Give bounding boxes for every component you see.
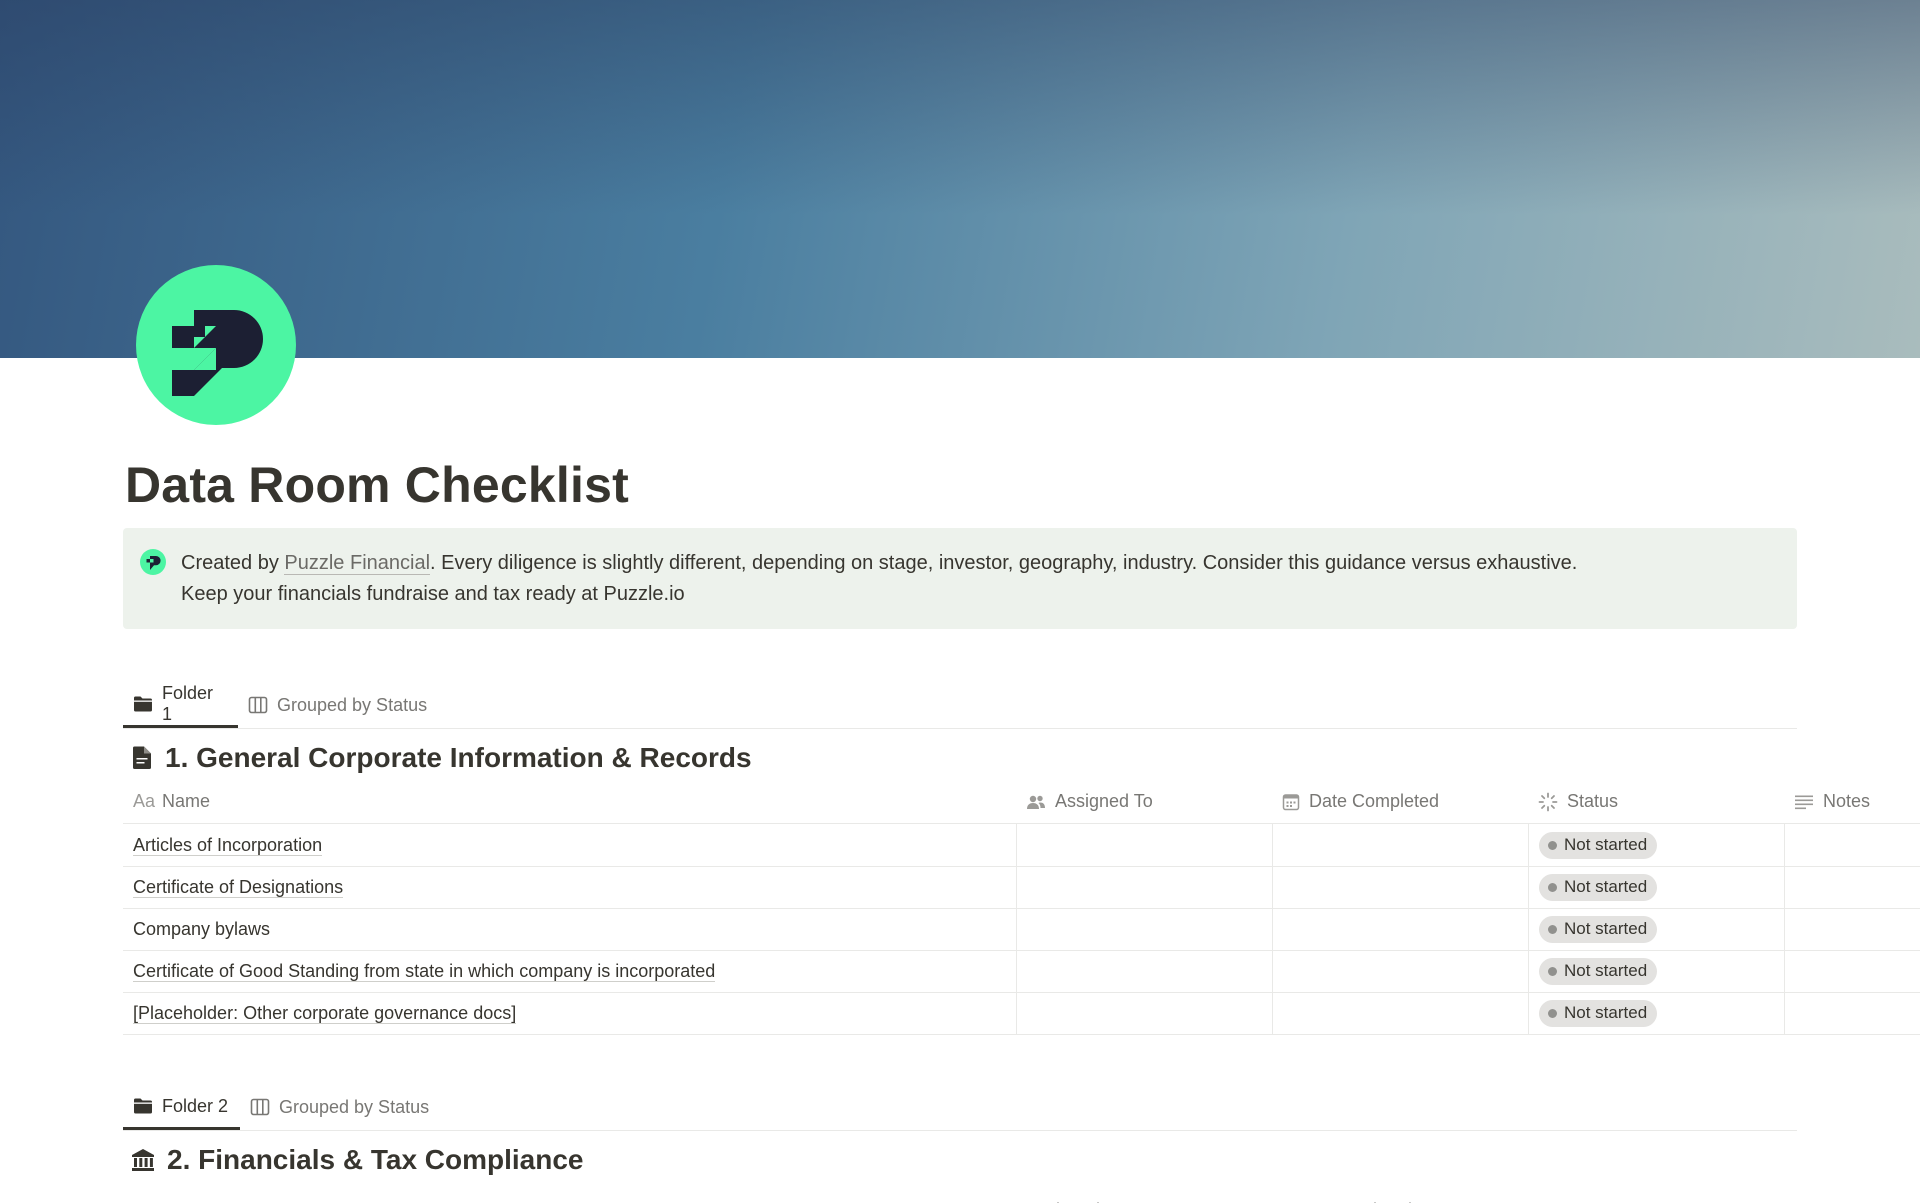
tab-folder-1[interactable]: Folder 1 (123, 683, 238, 728)
row-status[interactable]: Not started (1528, 950, 1784, 992)
table-header: Aa Name Assigned To Date Completed Statu… (123, 1189, 1920, 1203)
column-assigned-to[interactable]: Assigned To (1026, 780, 1153, 823)
row-notes[interactable] (1784, 992, 1920, 1034)
row-status[interactable]: Not started (1528, 824, 1784, 866)
status-icon (1538, 792, 1558, 811)
row-date-completed[interactable] (1272, 950, 1528, 992)
table-row[interactable]: Certificate of Designations Not started (123, 866, 1920, 909)
row-notes[interactable] (1784, 950, 1920, 992)
status-badge: Not started (1539, 999, 1658, 1027)
column-notes[interactable]: Notes (1794, 1189, 1841, 1203)
status-badge: Not started (1539, 915, 1658, 943)
column-assigned-to[interactable]: Assigned To (1026, 1189, 1124, 1203)
row-assigned-to[interactable] (1016, 824, 1272, 866)
folder-icon (133, 696, 152, 712)
status-badge: Not started (1539, 873, 1658, 901)
puzzle-logo-icon (140, 549, 166, 575)
tab-folder-2[interactable]: Folder 2 (123, 1085, 240, 1130)
folder-icon (134, 1098, 152, 1114)
board-icon (250, 1098, 270, 1116)
row-name[interactable]: Articles of Incorporation (123, 824, 1016, 866)
row-assigned-to[interactable] (1016, 866, 1272, 908)
row-assigned-to[interactable] (1016, 950, 1272, 992)
status-dot-icon (1548, 882, 1557, 892)
row-status[interactable]: Not started (1528, 866, 1784, 908)
row-date-completed[interactable] (1272, 908, 1528, 950)
board-icon (248, 696, 268, 714)
tab-grouped-by-status[interactable]: Grouped by Status (240, 1085, 439, 1129)
status-badge: Not started (1539, 957, 1658, 985)
text-lines-icon (1795, 795, 1813, 809)
row-name[interactable]: [Placeholder: Other corporate governance… (123, 992, 1016, 1034)
column-status[interactable]: Status (1538, 780, 1618, 823)
view-tabs-folder-2: Folder 2 Grouped by Status (123, 1085, 1797, 1131)
people-icon (1027, 795, 1045, 809)
table-row[interactable]: Company bylaws Not started (123, 908, 1920, 951)
puzzle-logo-icon[interactable] (136, 265, 296, 425)
row-notes[interactable] (1784, 908, 1920, 950)
table-row[interactable]: [Placeholder: Other corporate governance… (123, 992, 1920, 1035)
status-dot-icon (1548, 924, 1557, 934)
page-title[interactable]: Data Room Checklist (125, 450, 629, 520)
status-dot-icon (1548, 840, 1557, 850)
status-badge: Not started (1539, 831, 1658, 859)
row-notes[interactable] (1784, 866, 1920, 908)
row-status[interactable]: Not started (1528, 908, 1784, 950)
text-property-icon: Aa (133, 791, 156, 811)
callout-line2: Keep your financials fundraise and tax r… (181, 583, 685, 605)
puzzle-financial-link[interactable]: Puzzle Financial (284, 552, 431, 575)
document-icon (133, 746, 151, 769)
column-notes[interactable]: Notes (1794, 780, 1870, 823)
table-row[interactable]: Certificate of Good Standing from state … (123, 950, 1920, 993)
section-title-1[interactable]: 1. General Corporate Information & Recor… (131, 738, 752, 778)
column-date-completed[interactable]: Date Completed (1282, 1189, 1412, 1203)
status-dot-icon (1548, 1008, 1557, 1018)
row-status[interactable]: Not started (1528, 992, 1784, 1034)
table-header: Aa Name Assigned To Date Completed Statu… (123, 780, 1920, 824)
status-dot-icon (1548, 966, 1557, 976)
view-tabs-folder-1: Folder 1 Grouped by Status (123, 683, 1797, 729)
column-name[interactable]: Aa Name (133, 1189, 210, 1203)
row-date-completed[interactable] (1272, 992, 1528, 1034)
column-status[interactable]: Status (1538, 1189, 1589, 1203)
table-row[interactable]: Articles of Incorporation Not started (123, 824, 1920, 867)
row-name[interactable]: Certificate of Designations (123, 866, 1016, 908)
tab-grouped-by-status[interactable]: Grouped by Status (238, 683, 437, 727)
callout-prefix: Created by (181, 552, 285, 574)
row-date-completed[interactable] (1272, 824, 1528, 866)
row-assigned-to[interactable] (1016, 908, 1272, 950)
callout[interactable]: Created by Puzzle Financial. Every dilig… (123, 528, 1797, 629)
row-date-completed[interactable] (1272, 866, 1528, 908)
row-assigned-to[interactable] (1016, 992, 1272, 1034)
column-date-completed[interactable]: Date Completed (1282, 780, 1439, 823)
bank-icon (132, 1149, 154, 1171)
calendar-icon (1282, 793, 1300, 810)
callout-text: . Every diligence is slightly different,… (430, 552, 1578, 574)
row-notes[interactable] (1784, 824, 1920, 866)
row-name[interactable]: Company bylaws (123, 908, 1016, 950)
section-title-2[interactable]: 2. Financials & Tax Compliance (131, 1140, 584, 1180)
row-name[interactable]: Certificate of Good Standing from state … (123, 950, 1016, 992)
column-name[interactable]: Aa Name (133, 780, 210, 823)
